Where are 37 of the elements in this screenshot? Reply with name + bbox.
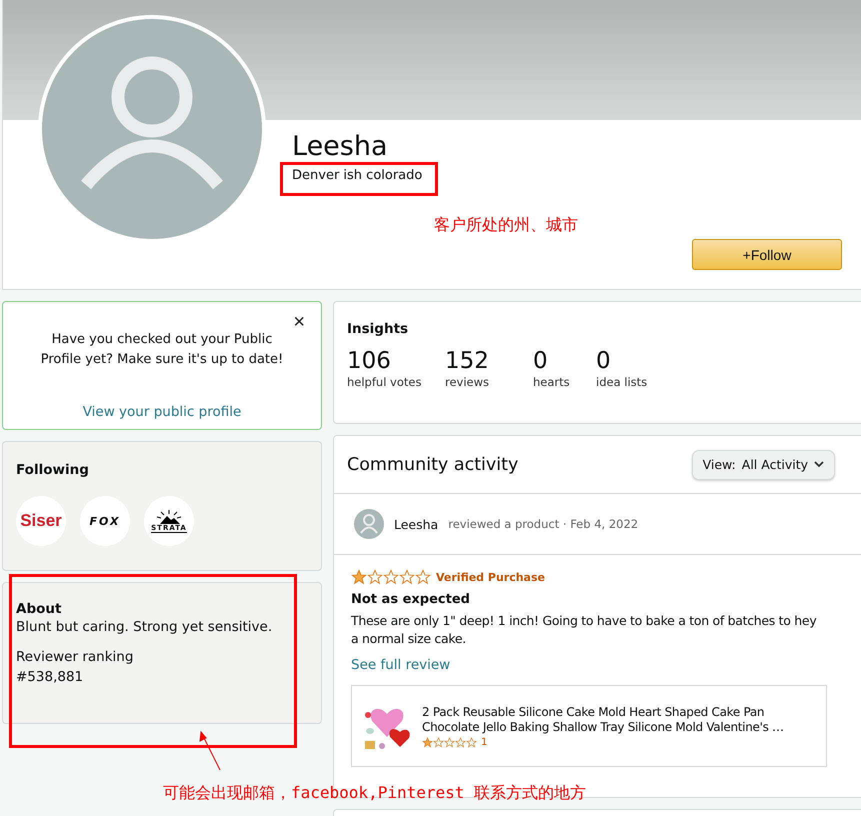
stat-label: helpful votes xyxy=(347,375,422,389)
activity-user[interactable]: Leesha xyxy=(394,516,438,532)
verified-purchase-label: Verified Purchase xyxy=(436,570,545,584)
stat-value: 0 xyxy=(596,347,612,375)
about-bio: Blunt but caring. Strong yet sensitive. xyxy=(16,618,274,637)
product-title[interactable]: 2 Pack Reusable Silicone Cake Mold Heart Shaped Cake Pan Chocolate Jello Baking Shallow Tray Silicone Mold Valentine's … xyxy=(422,704,816,734)
community-title: Community activity xyxy=(347,454,520,474)
view-dropdown[interactable]: View: All Activity xyxy=(692,450,835,480)
ranking-label: Reviewer ranking xyxy=(16,648,134,667)
ranking-value: #538,881 xyxy=(16,668,84,687)
stat-value: 0 xyxy=(533,347,549,375)
brand-logo[interactable]: FOX xyxy=(80,496,130,546)
profile-name: Leesha xyxy=(292,130,389,164)
profile-prompt: Have you checked out your Public Profile yet? Make sure it's up to date! xyxy=(40,331,284,369)
rating-count: 1 xyxy=(481,736,488,748)
activity-action: reviewed a product · Feb 4, 2022 xyxy=(448,517,638,531)
full-review-link[interactable]: See full review xyxy=(351,657,450,673)
stat-value: 152 xyxy=(445,347,490,375)
profile-location: Denver ish colorado xyxy=(292,168,422,183)
brand-logo[interactable]: Siser xyxy=(16,496,66,546)
insights-title: Insights xyxy=(347,321,410,337)
public-profile-link[interactable]: View your public profile xyxy=(82,404,242,420)
review-title: Not as expected xyxy=(351,592,471,607)
stat-label: idea lists xyxy=(596,375,648,389)
about-title: About xyxy=(16,601,62,617)
review-body: These are only 1" deep! 1 inch! Going to have to bake a ton of batches to hey a normal size cake. xyxy=(351,612,818,648)
stat-label: hearts xyxy=(533,375,571,389)
follow-button[interactable]: +Follow xyxy=(692,239,842,270)
annotation-note: 可能会出现邮箱，facebook,Pinterest 联系方式的地方 xyxy=(163,783,586,804)
user-avatar-icon xyxy=(354,509,384,539)
stat-value: 106 xyxy=(347,347,392,375)
close-button[interactable]: × xyxy=(293,312,305,332)
product-card[interactable]: 2 Pack Reusable Silicone Cake Mold Heart Shaped Cake Pan Chocolate Jello Baking Shallow Tray Silicone Mold Valentine's … 1 xyxy=(351,685,827,767)
annotation-note: 客户所处的州、城市 xyxy=(434,215,578,236)
following-title: Following xyxy=(16,462,90,478)
stat-label: reviews xyxy=(445,375,490,389)
chevron-icon xyxy=(814,461,824,468)
